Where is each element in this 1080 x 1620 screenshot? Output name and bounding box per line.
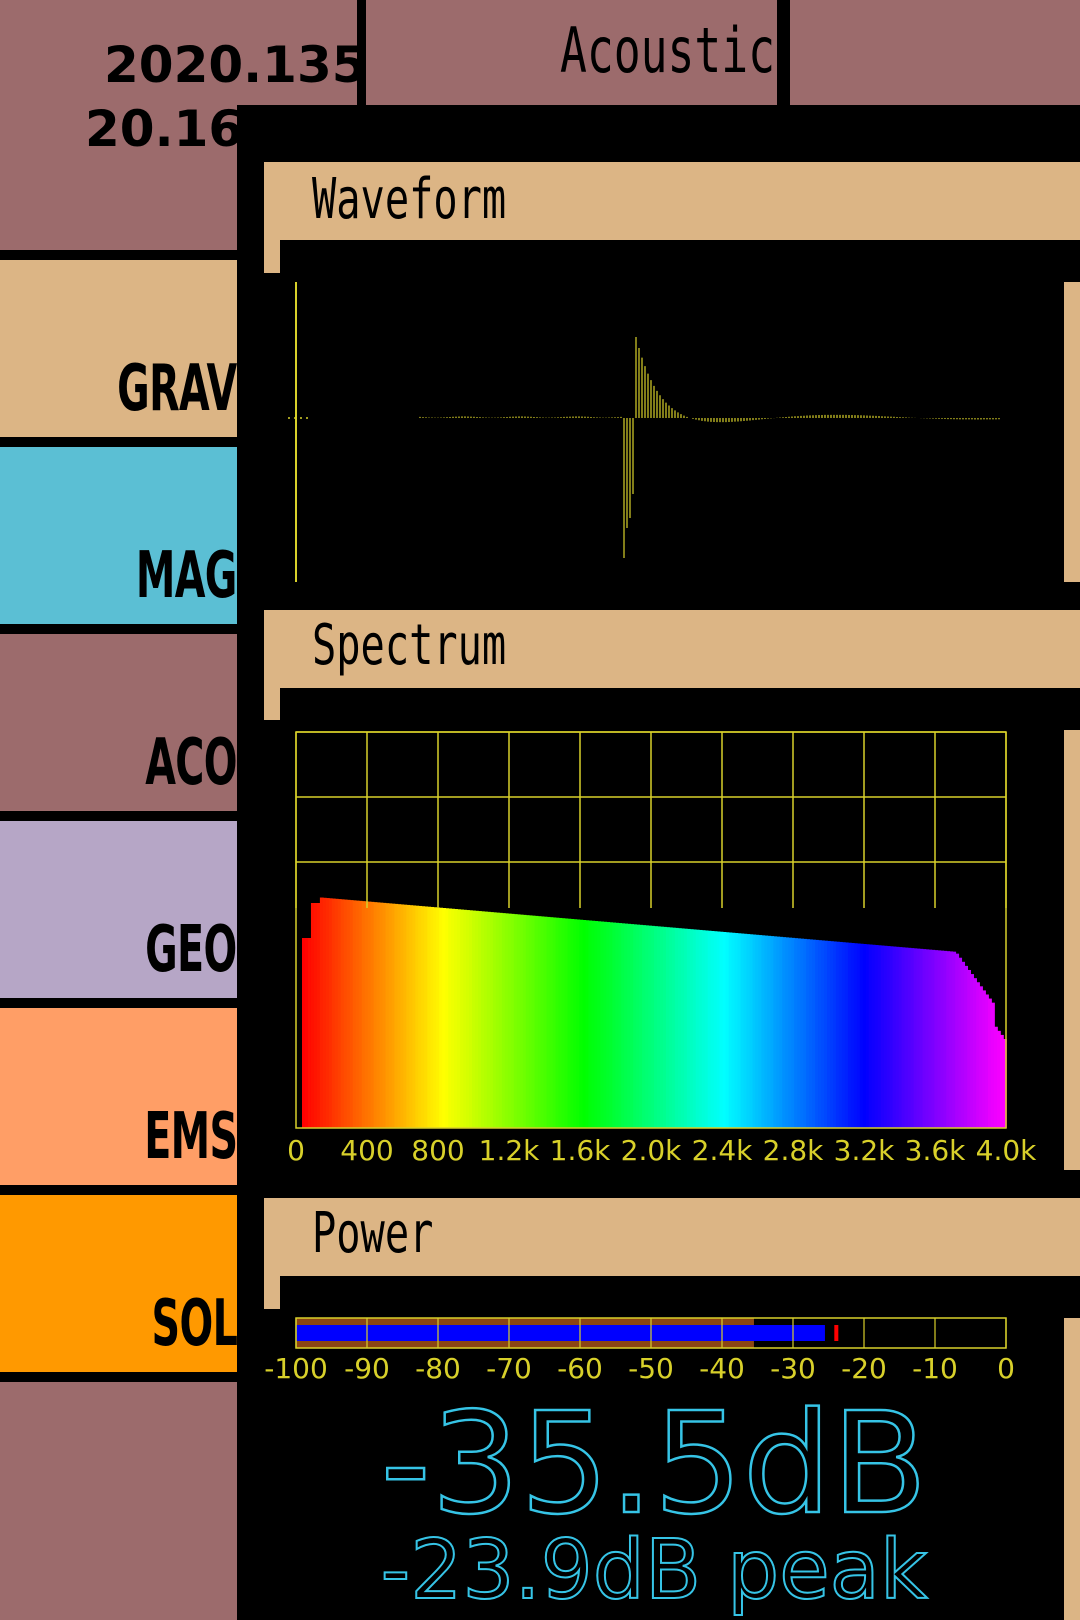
spectrum-tick-label: 1.2k bbox=[478, 1134, 540, 1167]
power-peak-readout: -23.9dB peak bbox=[0, 1523, 1080, 1618]
spectrum-tick-label: 3.2k bbox=[833, 1134, 895, 1167]
sidebar-item-label: SOL bbox=[151, 1287, 237, 1361]
sidebar-item-label: GEO bbox=[145, 913, 237, 987]
sidebar-item-label: ACO bbox=[145, 726, 237, 800]
waveform-right-rail bbox=[1064, 282, 1080, 582]
spectrum-tick-label: 2.0k bbox=[620, 1134, 682, 1167]
date-line2: 20.16 bbox=[85, 100, 244, 158]
sidebar-item-grav[interactable]: GRAV bbox=[0, 260, 238, 437]
sidebar-item-mag[interactable]: MAG bbox=[0, 447, 238, 624]
spectrum-tick-label: 400 bbox=[340, 1134, 394, 1167]
title-bar-right bbox=[790, 0, 1080, 105]
power-level-readout: -35.5dB bbox=[0, 1383, 1080, 1546]
power-elbow bbox=[264, 1276, 280, 1309]
waveform-elbow bbox=[264, 240, 280, 273]
spectrum-plot bbox=[295, 731, 1007, 1129]
power-tick-label: -80 bbox=[415, 1352, 461, 1385]
waveform-trace bbox=[419, 336, 1000, 558]
spectrum-tick-label: 2.8k bbox=[762, 1134, 824, 1167]
spectrum-tick-label: 0 bbox=[287, 1134, 305, 1167]
power-tick-label: -40 bbox=[699, 1352, 745, 1385]
sidebar-item-sol[interactable]: SOL bbox=[0, 1195, 238, 1372]
spectrum-elbow bbox=[264, 688, 280, 720]
power-peak-value: -23.9dB peak bbox=[380, 1523, 929, 1618]
spectrum-tick-label: 2.4k bbox=[691, 1134, 753, 1167]
power-tick-label: -30 bbox=[770, 1352, 816, 1385]
spectrum-tick-label: 3.6k bbox=[904, 1134, 966, 1167]
sidebar-item-aco[interactable]: ACO bbox=[0, 634, 238, 811]
power-tick-label: -90 bbox=[344, 1352, 390, 1385]
power-tick-label: -50 bbox=[628, 1352, 674, 1385]
spectrum-title: Spectrum bbox=[312, 613, 507, 678]
spectrum-tick-label: 800 bbox=[411, 1134, 465, 1167]
power-level-value: -35.5dB bbox=[379, 1383, 929, 1546]
sidebar-item-label: MAG bbox=[136, 539, 238, 613]
spectrum-tick-label: 4.0k bbox=[975, 1134, 1037, 1167]
power-tick-label: -10 bbox=[912, 1352, 958, 1385]
page-title: Acoustic bbox=[560, 14, 776, 87]
power-tick-label: -60 bbox=[557, 1352, 603, 1385]
power-title: Power bbox=[312, 1201, 434, 1266]
sidebar-item-geo[interactable]: GEO bbox=[0, 821, 238, 998]
power-peak-marker bbox=[834, 1325, 839, 1341]
spectrum-tick-label: 1.6k bbox=[549, 1134, 611, 1167]
power-instant-bar bbox=[296, 1325, 825, 1341]
waveform-title: Waveform bbox=[312, 167, 507, 232]
spectrum-right-rail bbox=[1064, 730, 1080, 1170]
power-tick-label: -20 bbox=[841, 1352, 887, 1385]
power-tick-label: 0 bbox=[997, 1352, 1015, 1385]
spectrum-x-axis: 0 400 800 1.2k 1.6k 2.0k 2.4k 2.8k 3.2k 3.6k 4.0k bbox=[0, 1137, 1080, 1171]
date-line1: 2020.135 bbox=[104, 36, 367, 94]
power-tick-label: -70 bbox=[486, 1352, 532, 1385]
power-tick-label: -100 bbox=[264, 1352, 328, 1385]
sidebar-item-label: GRAV bbox=[117, 352, 238, 426]
waveform-plot bbox=[288, 282, 1000, 582]
